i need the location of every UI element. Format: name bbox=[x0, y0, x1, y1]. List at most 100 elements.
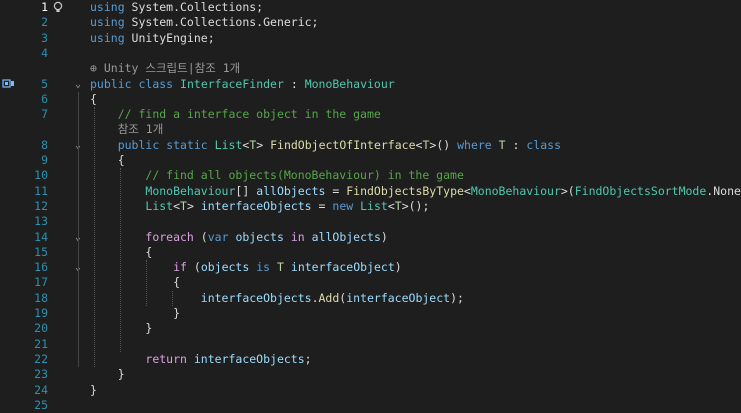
code-token: >(); bbox=[401, 198, 430, 213]
code-line[interactable]: 14 ⌄ foreach (var objects in allObjects) bbox=[0, 230, 741, 245]
code-token: List bbox=[214, 137, 243, 152]
code-token: class bbox=[138, 76, 174, 91]
code-line[interactable]: 11 MonoBehaviour[] allObjects = FindObje… bbox=[0, 184, 741, 199]
code-token: interfaceObject bbox=[346, 290, 451, 305]
code-text: using UnityEngine; bbox=[90, 31, 215, 46]
code-text: using System.Collections; bbox=[90, 0, 263, 15]
code-line[interactable]: 13 bbox=[0, 214, 741, 229]
code-line[interactable]: 9 { bbox=[0, 153, 741, 168]
line-number: 2 bbox=[41, 15, 48, 30]
code-token: interfaceObjects bbox=[200, 290, 312, 305]
code-token: { bbox=[90, 153, 125, 167]
code-line[interactable]: 21 bbox=[0, 337, 741, 352]
codelens-row[interactable]: 참조 1개 bbox=[0, 122, 741, 137]
line-number: 21 bbox=[34, 336, 48, 351]
code-line[interactable]: 1 using System.Collections; bbox=[0, 0, 741, 15]
codelens-row[interactable]: ⊕ Unity 스크립트|참조 1개 bbox=[0, 61, 741, 76]
line-number: 14 bbox=[34, 229, 48, 244]
indent-guide bbox=[172, 290, 173, 306]
code-token: allObjects bbox=[311, 229, 381, 244]
code-token: } bbox=[90, 367, 125, 382]
code-token: is bbox=[256, 260, 271, 275]
code-text: List<T> interfaceObjects = new List<T>()… bbox=[90, 199, 429, 214]
code-token: return bbox=[145, 351, 187, 366]
code-token: : bbox=[505, 137, 527, 152]
code-editor[interactable]: 1 using System.Collections; 2 using System.… bbox=[0, 0, 741, 413]
line-number: 1 bbox=[41, 0, 48, 14]
fold-chevron-icon[interactable]: ⌄ bbox=[72, 77, 84, 92]
code-line[interactable]: 18 interfaceObjects.Add(interfaceObject)… bbox=[0, 291, 741, 306]
code-token: // find a interface object in the game bbox=[117, 107, 381, 122]
code-token: interfaceObject bbox=[290, 260, 395, 275]
code-token: List bbox=[360, 198, 388, 213]
code-token: objects bbox=[235, 229, 284, 244]
code-token: var bbox=[207, 229, 229, 244]
code-token: UnityEngine; bbox=[124, 30, 215, 45]
code-line[interactable]: 7 // find a interface object in the game bbox=[0, 107, 741, 122]
code-line[interactable]: 24} bbox=[0, 383, 741, 398]
code-text: MonoBehaviour[] allObjects = FindObjects… bbox=[90, 184, 741, 199]
code-line[interactable]: 19 } bbox=[0, 306, 741, 321]
code-token: using bbox=[90, 15, 125, 30]
code-text: { bbox=[90, 275, 180, 290]
code-line[interactable]: 25 bbox=[0, 398, 741, 413]
code-token: T bbox=[277, 260, 284, 275]
code-text: // find a interface object in the game bbox=[90, 107, 381, 122]
code-line[interactable]: 17 { bbox=[0, 275, 741, 290]
code-text: public class InterfaceFinder : MonoBehav… bbox=[90, 77, 395, 92]
indent-guide bbox=[94, 107, 95, 368]
code-token: } bbox=[90, 306, 181, 320]
code-text: return interfaceObjects; bbox=[90, 351, 311, 367]
line-number: 13 bbox=[34, 214, 48, 229]
code-line[interactable]: 16 ⌄ if (objects is T interfaceObject) bbox=[0, 260, 741, 275]
code-token: allObjects bbox=[256, 183, 326, 198]
code-line[interactable]: 3 using UnityEngine; bbox=[0, 31, 741, 46]
code-text: { bbox=[90, 245, 152, 260]
code-text: public static List<T> FindObjectOfInterf… bbox=[90, 138, 561, 153]
code-token: < bbox=[463, 183, 471, 198]
line-number: 24 bbox=[34, 382, 48, 397]
code-line[interactable]: 10 // find all objects(MonoBehaviour) in… bbox=[0, 168, 741, 183]
code-token: ( bbox=[193, 229, 208, 244]
code-line[interactable]: 5 ⌄ public class InterfaceFinder : MonoBeh… bbox=[0, 77, 741, 92]
code-token: InterfaceFinder bbox=[180, 76, 284, 91]
code-token: // find all objects(MonoBehaviour) in th… bbox=[145, 168, 464, 183]
code-token: using bbox=[90, 30, 125, 45]
code-text: { bbox=[90, 153, 125, 168]
code-token: ); bbox=[450, 290, 464, 305]
code-token: where bbox=[457, 137, 492, 152]
code-text: } bbox=[90, 321, 152, 336]
code-token: : bbox=[283, 76, 305, 91]
code-token: System.Collections.Generic; bbox=[124, 15, 319, 30]
code-line[interactable]: 4 bbox=[0, 46, 741, 61]
code-line[interactable]: 23 } bbox=[0, 367, 741, 382]
code-line[interactable]: 6{ bbox=[0, 92, 741, 107]
code-token: MonoBehaviour bbox=[145, 183, 236, 198]
line-number: 15 bbox=[34, 244, 48, 259]
code-line[interactable]: 22 return interfaceObjects; bbox=[0, 352, 741, 367]
line-number: 12 bbox=[34, 198, 48, 213]
line-number: 25 bbox=[34, 397, 48, 412]
unity-class-icon[interactable] bbox=[2, 77, 16, 92]
code-token: static bbox=[166, 137, 208, 152]
code-token: public bbox=[90, 76, 132, 91]
code-line[interactable]: 8 ⌄ public static List<T> FindObjectOfInt… bbox=[0, 138, 741, 153]
code-line[interactable]: 12 List<T> interfaceObjects = new List<T… bbox=[0, 199, 741, 214]
code-token: < bbox=[173, 198, 181, 213]
code-text: { bbox=[90, 92, 97, 107]
code-line[interactable]: 2 using System.Collections.Generic; bbox=[0, 15, 741, 30]
line-number: 17 bbox=[34, 275, 48, 290]
code-token: class bbox=[526, 137, 561, 152]
line-number: 11 bbox=[34, 183, 48, 198]
code-line[interactable]: 20 } bbox=[0, 321, 741, 336]
code-line[interactable]: 15 { bbox=[0, 245, 741, 260]
